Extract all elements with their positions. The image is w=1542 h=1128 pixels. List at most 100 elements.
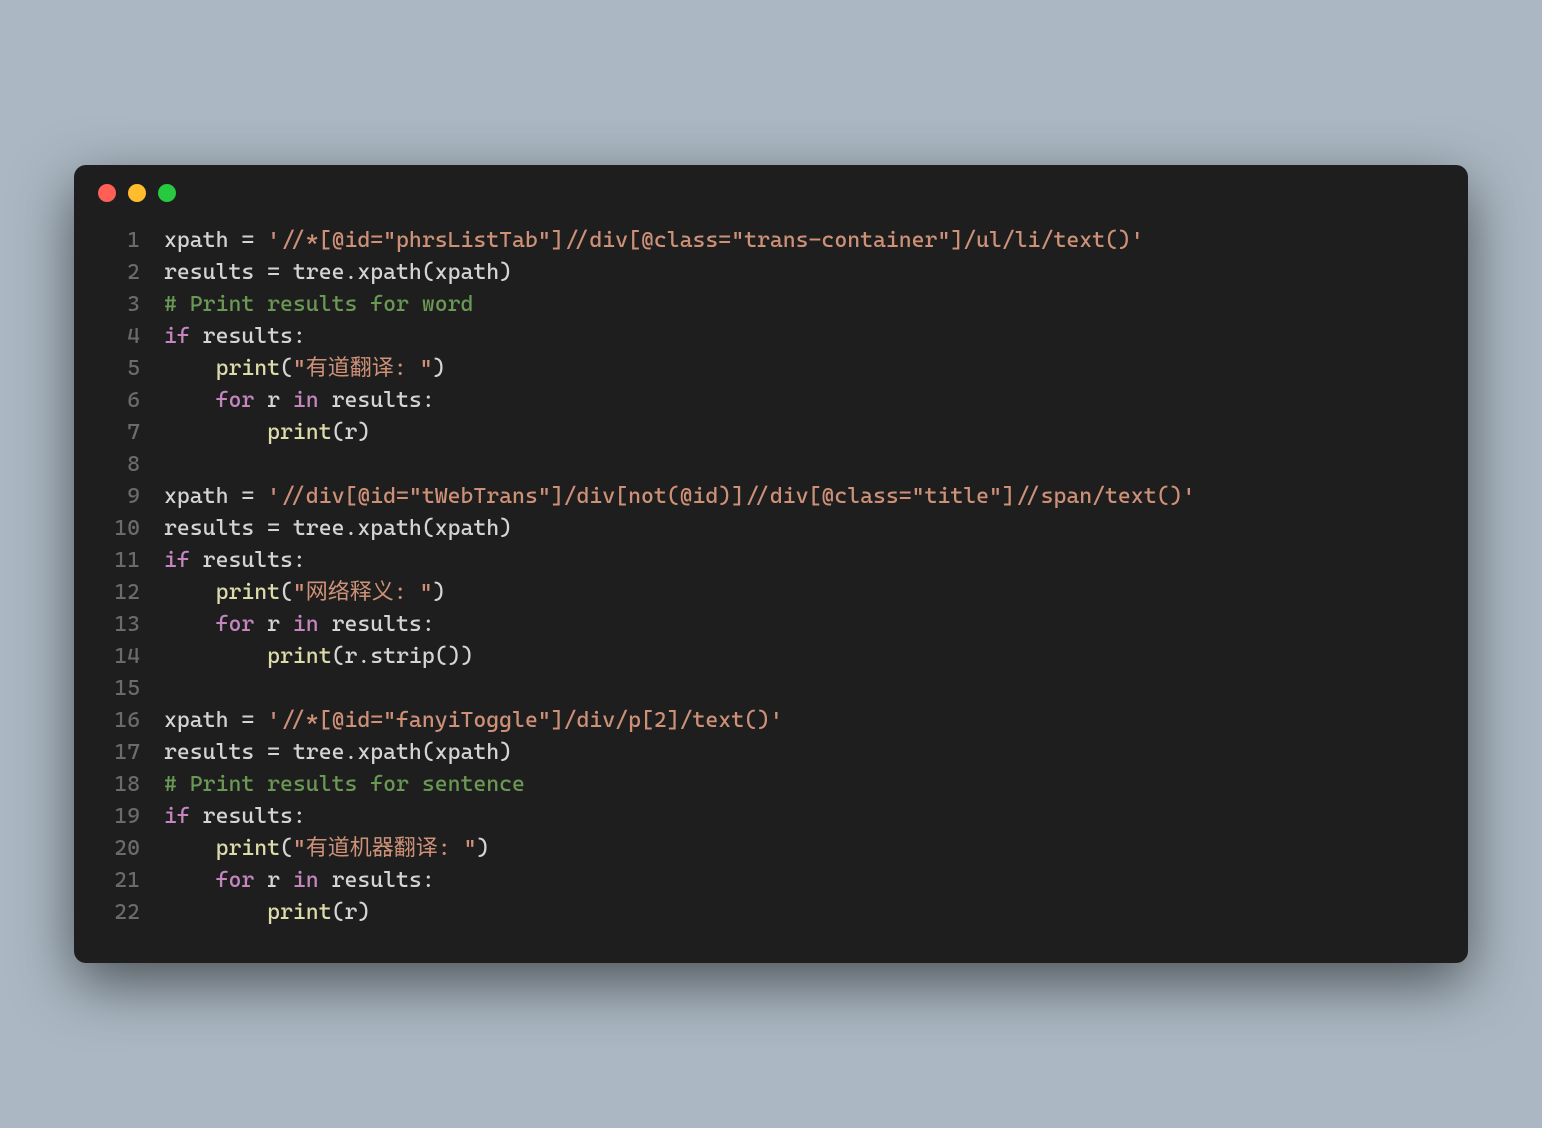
code-token: (r.strip()) [332,644,474,669]
line-number: 8 [98,449,140,481]
code-line: 18 # Print results for sentence [98,769,1444,801]
code-token: results = tree.xpath(xpath) [164,516,512,541]
code-content: for r in results: [164,385,435,417]
line-number: 11 [98,545,140,577]
line-number: 15 [98,673,140,705]
line-number: 13 [98,609,140,641]
line-number: 12 [98,577,140,609]
code-content: results = tree.xpath(xpath) [164,257,512,289]
code-token: in [293,612,319,637]
code-content: print(r) [164,897,370,929]
code-token: in [293,868,319,893]
code-window: 1 xpath = '//*[@id="phrsListTab"]//div[@c… [74,165,1468,963]
line-number: 3 [98,289,140,321]
code-content: print("有道机器翻译: ") [164,833,489,865]
code-content: for r in results: [164,609,435,641]
code-token: r [254,868,293,893]
code-line: 13 for r in results: [98,609,1444,641]
code-token: r [254,388,293,413]
code-line: 15 [98,673,1444,705]
code-token: "网络释义: " [293,580,433,605]
code-token [164,580,216,605]
code-line: 11 if results: [98,545,1444,577]
code-token [164,644,267,669]
code-token [164,420,267,445]
code-token: # Print results for sentence [164,772,525,797]
code-token [164,868,216,893]
code-token: # Print results for word [164,292,473,317]
code-line: 5 print("有道翻译: ") [98,353,1444,385]
code-token: ) [476,836,489,861]
code-token: results: [319,388,435,413]
code-token: r [254,612,293,637]
line-number: 9 [98,481,140,513]
code-line: 6 for r in results: [98,385,1444,417]
code-content: print("网络释义: ") [164,577,445,609]
code-token: print [216,580,280,605]
code-content: print(r) [164,417,370,449]
line-number: 1 [98,225,140,257]
code-token: in [293,388,319,413]
code-token: '//div[@id="tWebTrans"]/div[not(@id)]//d… [267,484,1195,509]
code-line: 21 for r in results: [98,865,1444,897]
code-line: 10 results = tree.xpath(xpath) [98,513,1444,545]
code-token: print [216,356,280,381]
line-number: 22 [98,897,140,929]
code-token: ( [280,580,293,605]
code-token: print [267,644,331,669]
code-line: 2 results = tree.xpath(xpath) [98,257,1444,289]
line-number: 19 [98,801,140,833]
code-content: print(r.strip()) [164,641,473,673]
code-token: print [216,836,280,861]
code-content: for r in results: [164,865,435,897]
code-content: if results: [164,545,306,577]
code-line: 8 [98,449,1444,481]
code-line: 16 xpath = '//*[@id="fanyiToggle"]/div/p[… [98,705,1444,737]
line-number: 5 [98,353,140,385]
line-number: 18 [98,769,140,801]
code-token [164,356,216,381]
code-content: xpath = '//*[@id="fanyiToggle"]/div/p[2]… [164,705,783,737]
code-token: if [164,548,190,573]
minimize-icon[interactable] [128,184,146,202]
code-line: 20 print("有道机器翻译: ") [98,833,1444,865]
line-number: 17 [98,737,140,769]
code-token: '//*[@id="fanyiToggle"]/div/p[2]/text()' [267,708,783,733]
code-token: xpath = [164,708,267,733]
line-number: 16 [98,705,140,737]
code-line: 22 print(r) [98,897,1444,929]
code-content: results = tree.xpath(xpath) [164,737,512,769]
code-token: if [164,324,190,349]
line-number: 7 [98,417,140,449]
code-line: 7 print(r) [98,417,1444,449]
code-token: "有道翻译: " [293,356,433,381]
code-token [164,836,216,861]
code-content: results = tree.xpath(xpath) [164,513,512,545]
code-token: if [164,804,190,829]
code-content: xpath = '//*[@id="phrsListTab"]//div[@cl… [164,225,1144,257]
code-token: ( [280,356,293,381]
code-token: for [216,868,255,893]
code-token: xpath = [164,228,267,253]
maximize-icon[interactable] [158,184,176,202]
line-number: 10 [98,513,140,545]
code-content: # Print results for sentence [164,769,525,801]
code-content: # Print results for word [164,289,473,321]
code-token: ) [432,356,445,381]
line-number: 2 [98,257,140,289]
close-icon[interactable] [98,184,116,202]
code-line: 1 xpath = '//*[@id="phrsListTab"]//div[@c… [98,225,1444,257]
code-token [164,900,267,925]
line-number: 4 [98,321,140,353]
code-token: results: [190,324,306,349]
code-token: "有道机器翻译: " [293,836,477,861]
code-token: results: [319,612,435,637]
code-token: print [267,900,331,925]
line-number: 21 [98,865,140,897]
code-token: ) [432,580,445,605]
code-token: (r) [332,900,371,925]
code-token: for [216,388,255,413]
code-content: if results: [164,321,306,353]
code-content: xpath = '//div[@id="tWebTrans"]/div[not(… [164,481,1195,513]
code-line: 17 results = tree.xpath(xpath) [98,737,1444,769]
